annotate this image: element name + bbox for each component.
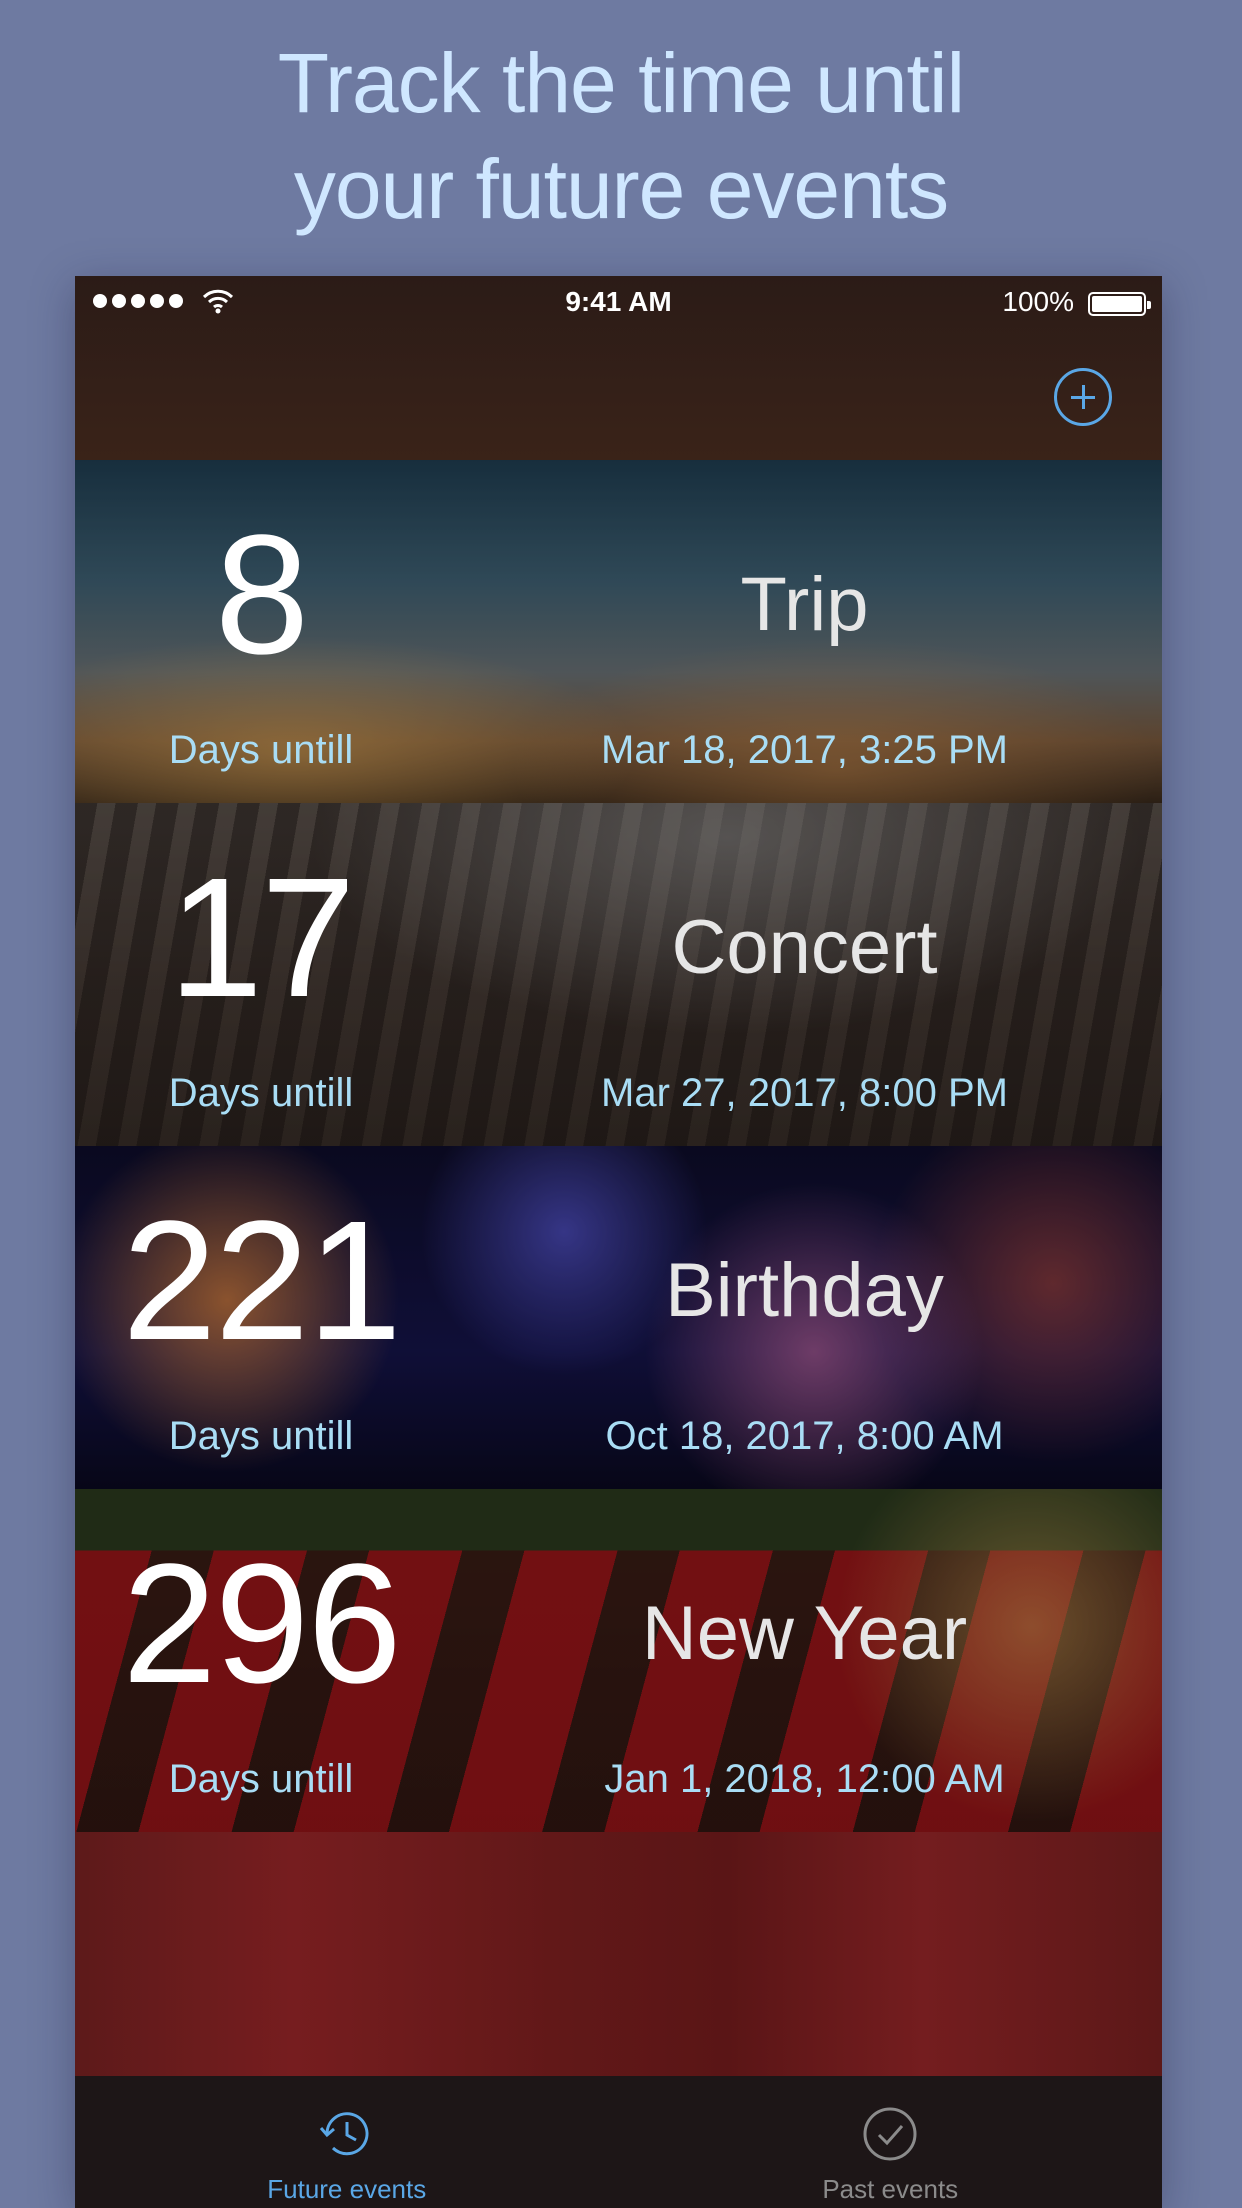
event-days-label: Days untill: [168, 1071, 354, 1115]
battery-icon: [1088, 292, 1151, 316]
event-name: Trip: [740, 562, 869, 647]
event-name: New Year: [641, 1591, 968, 1676]
status-bar: 9:41 AM 100%: [75, 276, 1162, 330]
checkmark-circle-icon: [863, 2107, 917, 2161]
event-days-count: 8: [214, 500, 310, 690]
battery-percentage: 100%: [1002, 286, 1074, 317]
event-days-count: 296: [122, 1529, 402, 1719]
event-row-concert[interactable]: 17 Concert Days untill Mar 27, 2017, 8:0…: [75, 803, 1162, 1146]
event-name: Concert: [671, 905, 938, 990]
event-row-new-year[interactable]: 296 New Year Days untill Jan 1, 2018, 12…: [75, 1489, 1162, 1832]
event-days-count: 17: [168, 843, 355, 1033]
tab-label: Past events: [822, 2174, 959, 2204]
tab-past-events[interactable]: Past events: [619, 2076, 1163, 2208]
event-date: Mar 18, 2017, 3:25 PM: [601, 728, 1008, 772]
event-days-label: Days untill: [168, 1757, 354, 1801]
event-list: 8 Trip Days untill Mar 18, 2017, 3:25 PM…: [75, 460, 1162, 2080]
event-days-label: Days untill: [168, 1414, 354, 1458]
add-event-button[interactable]: [1054, 368, 1112, 426]
headline-line-2: your future events: [293, 142, 949, 236]
event-days-label: Days untill: [168, 728, 354, 772]
tab-label: Future events: [267, 2174, 427, 2204]
event-name: Birthday: [665, 1248, 944, 1333]
event-row-birthday[interactable]: 221 Birthday Days untill Oct 18, 2017, 8…: [75, 1146, 1162, 1489]
phone-screen: 9:41 AM 100% 8 Trip Days untill Mar 18, …: [75, 276, 1162, 2208]
event-date: Mar 27, 2017, 8:00 PM: [601, 1071, 1008, 1115]
tab-future-events[interactable]: Future events: [75, 2076, 619, 2208]
clock-history-icon: [319, 2112, 369, 2156]
tab-bar: Future events Past events: [75, 2076, 1162, 2208]
headline: Track the time until your future events: [0, 30, 1242, 242]
empty-list-background: [75, 1832, 1162, 2080]
event-date: Oct 18, 2017, 8:00 AM: [605, 1414, 1004, 1458]
status-time: 9:41 AM: [565, 286, 672, 317]
event-row-trip[interactable]: 8 Trip Days untill Mar 18, 2017, 3:25 PM: [75, 460, 1162, 803]
headline-line-1: Track the time until: [277, 36, 965, 130]
event-days-count: 221: [122, 1186, 402, 1376]
event-date: Jan 1, 2018, 12:00 AM: [604, 1757, 1005, 1801]
